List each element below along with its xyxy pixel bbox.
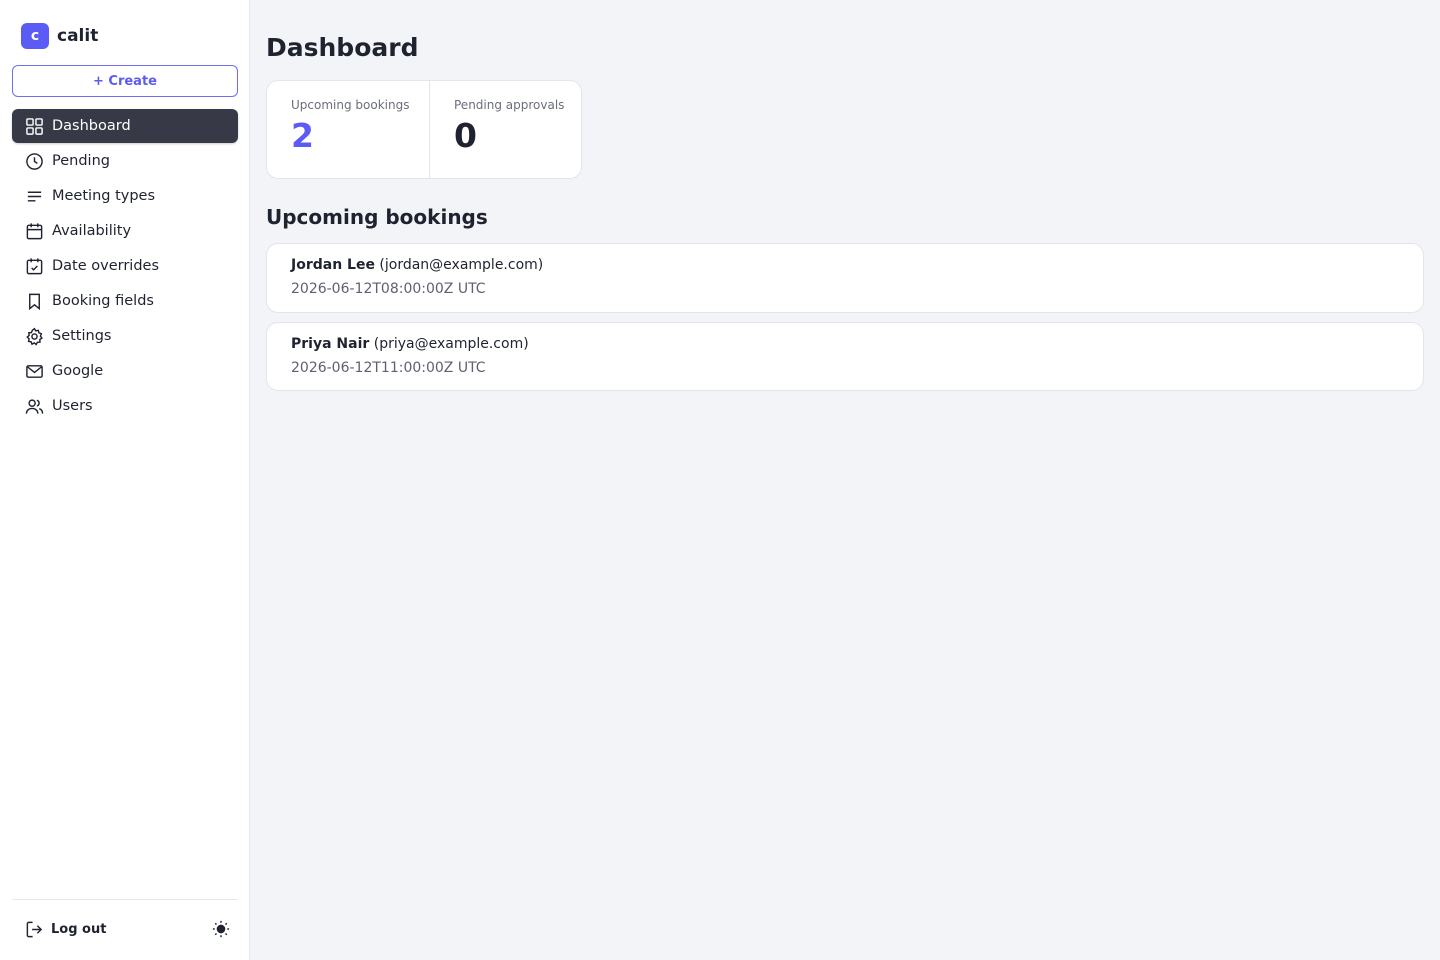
- clock-icon: [24, 151, 44, 171]
- sidebar-item-label: Dashboard: [52, 118, 131, 134]
- booking-attendee: Priya Nair (priya@example.com): [291, 336, 1399, 352]
- booking-card[interactable]: Jordan Lee (jordan@example.com) 2026-06-…: [266, 243, 1424, 313]
- calendar-icon: [24, 221, 44, 241]
- page-title: Dashboard: [266, 33, 419, 62]
- sidebar-footer: Log out: [12, 899, 238, 960]
- gear-icon: [24, 326, 44, 346]
- list-icon: [24, 186, 44, 206]
- booking-email: (jordan@example.com): [379, 257, 544, 273]
- calendar-check-icon: [24, 256, 44, 276]
- section-title: Upcoming bookings: [266, 205, 488, 229]
- sun-icon[interactable]: [212, 920, 230, 938]
- sidebar-item-label: Availability: [52, 223, 132, 239]
- sidebar-item-google[interactable]: Google: [12, 354, 238, 388]
- create-button[interactable]: + Create: [12, 65, 238, 97]
- logout-button[interactable]: Log out: [24, 919, 106, 939]
- booking-email: (priya@example.com): [373, 336, 529, 352]
- booking-name: Jordan Lee: [291, 257, 375, 273]
- users-icon: [24, 396, 44, 416]
- sidebar: c calit + Create Dashboard Pending Meeti…: [0, 0, 250, 960]
- sidebar-item-label: Date overrides: [52, 258, 160, 274]
- sidebar-item-availability[interactable]: Availability: [12, 214, 238, 248]
- brand[interactable]: c calit: [21, 23, 98, 49]
- sidebar-item-meeting-types[interactable]: Meeting types: [12, 179, 238, 213]
- sidebar-nav: Dashboard Pending Meeting types Availabi…: [12, 109, 238, 424]
- brand-logo: c: [21, 23, 49, 49]
- logout-icon: [24, 919, 44, 939]
- sidebar-item-date-overrides[interactable]: Date overrides: [12, 249, 238, 283]
- booking-time: 2026-06-12T11:00:00Z UTC: [291, 360, 486, 376]
- sidebar-item-label: Users: [52, 398, 93, 414]
- stat-value: 2: [291, 116, 314, 155]
- stat-pending-approvals: Pending approvals 0: [429, 81, 564, 178]
- sidebar-item-settings[interactable]: Settings: [12, 319, 238, 353]
- sidebar-item-label: Settings: [52, 328, 112, 344]
- sidebar-item-dashboard[interactable]: Dashboard: [12, 109, 238, 143]
- booking-attendee: Jordan Lee (jordan@example.com): [291, 257, 1399, 273]
- stat-label: Upcoming bookings: [291, 98, 410, 112]
- brand-name: calit: [57, 26, 99, 46]
- sidebar-item-users[interactable]: Users: [12, 389, 238, 423]
- sidebar-item-pending[interactable]: Pending: [12, 144, 238, 178]
- sidebar-item-label: Pending: [52, 153, 110, 169]
- sidebar-item-booking-fields[interactable]: Booking fields: [12, 284, 238, 318]
- stat-value: 0: [454, 116, 477, 155]
- grid-icon: [24, 116, 44, 136]
- booking-time: 2026-06-12T08:00:00Z UTC: [291, 281, 486, 297]
- booking-card[interactable]: Priya Nair (priya@example.com) 2026-06-1…: [266, 322, 1424, 391]
- sidebar-item-label: Booking fields: [52, 293, 154, 309]
- stats-card: Upcoming bookings 2 Pending approvals 0: [266, 80, 582, 179]
- bookmark-icon: [24, 291, 44, 311]
- bookings-list: Jordan Lee (jordan@example.com) 2026-06-…: [266, 243, 1424, 400]
- stat-label: Pending approvals: [454, 98, 565, 112]
- logout-label: Log out: [51, 921, 107, 937]
- mail-icon: [24, 361, 44, 381]
- stat-upcoming-bookings: Upcoming bookings 2: [267, 81, 429, 178]
- sidebar-item-label: Google: [52, 363, 104, 379]
- booking-name: Priya Nair: [291, 336, 370, 352]
- sidebar-item-label: Meeting types: [52, 188, 156, 204]
